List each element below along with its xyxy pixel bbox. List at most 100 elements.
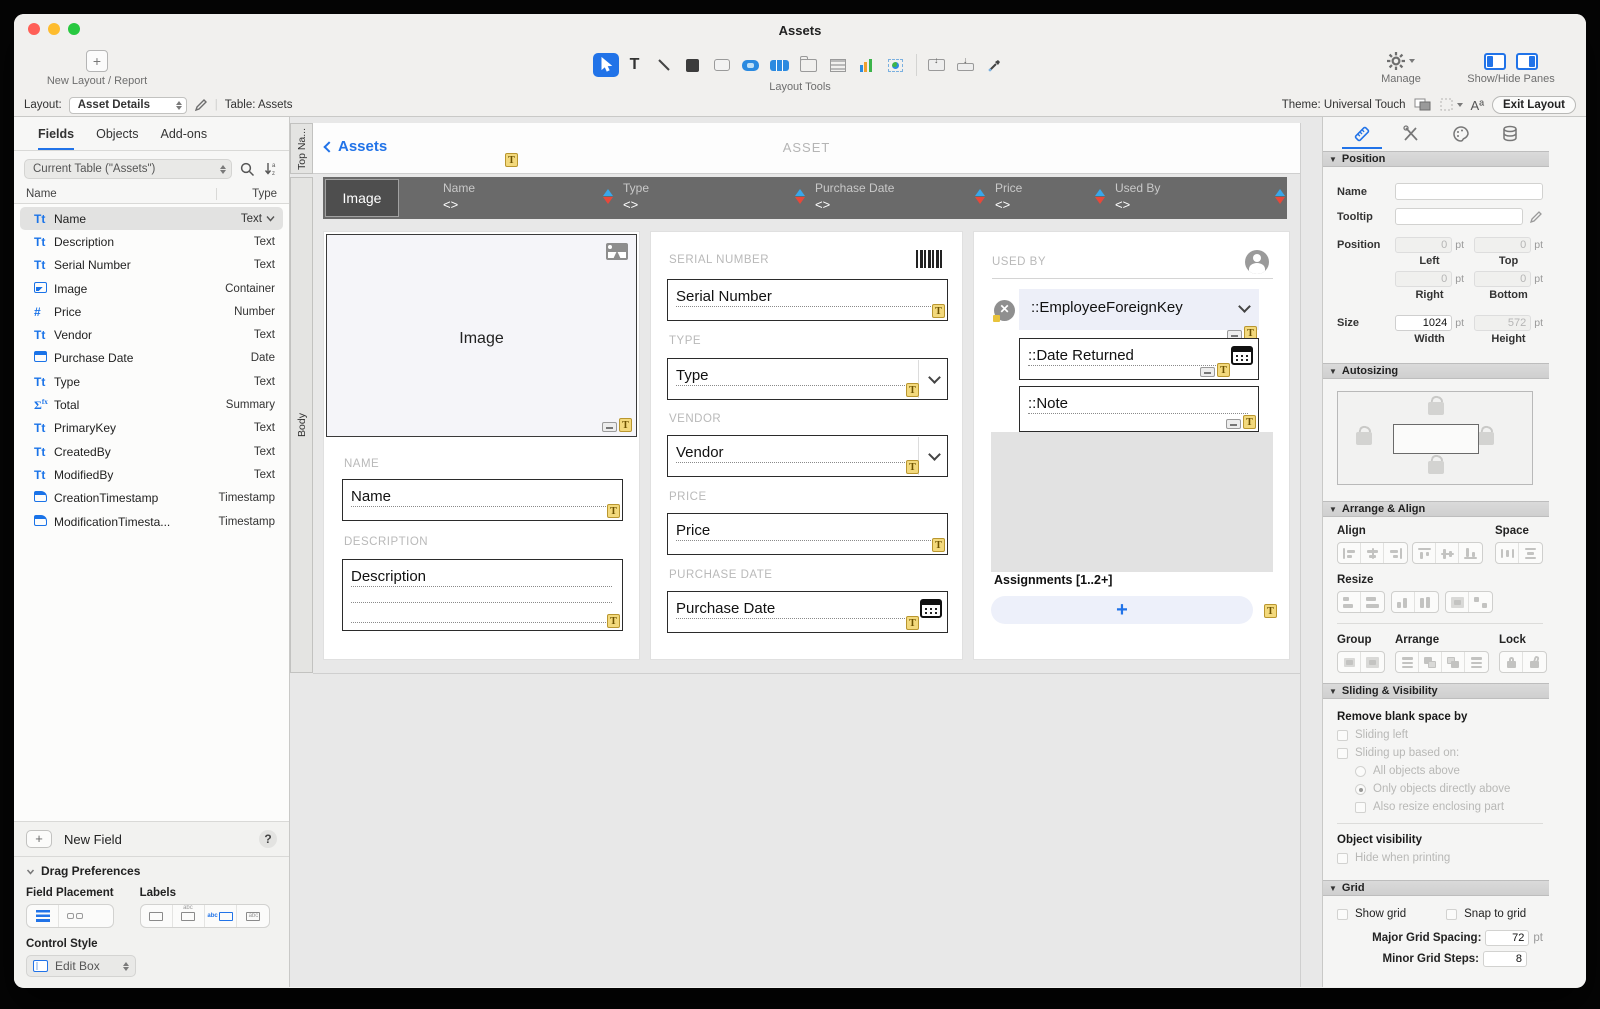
eyedropper-tool[interactable]: [982, 53, 1008, 77]
sliding-up-checkbox[interactable]: [1337, 748, 1348, 759]
position-bottom-input[interactable]: 0: [1474, 271, 1531, 287]
edit-layout-pencil-icon[interactable]: [194, 98, 208, 112]
field-row-modificationtimesta-[interactable]: ModificationTimesta...Timestamp: [20, 510, 283, 533]
body-part-boundary[interactable]: [313, 673, 1300, 674]
rectangle-tool[interactable]: [680, 53, 706, 77]
label-above-button[interactable]: [173, 905, 205, 927]
lock-button-2[interactable]: [1523, 652, 1546, 672]
arrange-button-1[interactable]: [1396, 652, 1419, 672]
tooltip-input[interactable]: [1395, 208, 1523, 225]
barcode-icon[interactable]: [916, 250, 944, 268]
field-row-total[interactable]: ΣfxTotalSummary: [20, 393, 283, 416]
show-grid-checkbox[interactable]: [1337, 909, 1348, 920]
add-assignment-button[interactable]: +: [991, 596, 1253, 624]
price-field[interactable]: Price T: [667, 513, 948, 555]
group-button-1[interactable]: [1338, 652, 1361, 672]
exit-layout-button[interactable]: Exit Layout: [1492, 96, 1576, 114]
remove-related-icon[interactable]: [994, 300, 1015, 321]
lock-button-1[interactable]: [1500, 652, 1523, 672]
control-style-select[interactable]: Edit Box: [26, 955, 136, 977]
manage-button[interactable]: [1366, 52, 1436, 70]
help-button[interactable]: ?: [259, 830, 277, 848]
arrange-section-header[interactable]: Arrange & Align: [1323, 501, 1549, 517]
table-selector[interactable]: Current Table ("Assets"): [24, 159, 232, 179]
inspector-data-tab[interactable]: [1490, 119, 1530, 149]
resize-3-button-2[interactable]: [1469, 592, 1492, 612]
vendor-dropdown-field[interactable]: Vendor T: [667, 435, 948, 477]
detail-panel-middle[interactable]: SERIAL NUMBER Serial Number T TYPE Type …: [650, 231, 963, 660]
show-right-pane-button[interactable]: [1516, 53, 1538, 70]
date-returned-field[interactable]: ::Date Returned T: [1019, 338, 1259, 380]
person-icon[interactable]: [1245, 250, 1269, 274]
list-header-column-used-by[interactable]: Used By<>: [1115, 181, 1160, 212]
placement-stacked-button[interactable]: [27, 905, 59, 927]
size-height-input[interactable]: 572: [1474, 315, 1531, 331]
field-row-vendor[interactable]: TtVendorText: [20, 323, 283, 346]
text-tool[interactable]: T: [622, 53, 648, 77]
resize-1-button-2[interactable]: [1361, 592, 1384, 612]
field-row-image[interactable]: ImageContainer: [20, 277, 283, 300]
part-label-body[interactable]: Body: [290, 177, 313, 673]
position-left-input[interactable]: 0: [1395, 237, 1452, 253]
column-type[interactable]: Type: [217, 188, 277, 200]
minimize-window-button[interactable]: [48, 23, 60, 35]
column-name[interactable]: Name: [26, 188, 217, 200]
tooltip-pencil-icon[interactable]: [1529, 210, 1543, 224]
list-header-column-price[interactable]: Price<>: [995, 181, 1022, 212]
position-right-input[interactable]: 0: [1395, 271, 1452, 287]
line-tool[interactable]: [651, 53, 677, 77]
resize-1-button-1[interactable]: [1338, 592, 1361, 612]
list-header-image-cell[interactable]: Image: [325, 179, 399, 217]
new-field-button[interactable]: +: [26, 830, 52, 848]
close-window-button[interactable]: [28, 23, 40, 35]
position-top-input[interactable]: 0: [1474, 237, 1531, 253]
theme-swatch-icon[interactable]: [1414, 98, 1432, 112]
employee-foreign-key-dropdown[interactable]: ::EmployeeForeignKey T: [1019, 289, 1259, 330]
field-row-purchase-date[interactable]: Purchase DateDate: [20, 347, 283, 370]
chart-tool[interactable]: [854, 53, 880, 77]
image-container-field[interactable]: Image T: [326, 234, 637, 437]
list-header-column-purchase-date[interactable]: Purchase Date<>: [815, 181, 894, 212]
select-tool[interactable]: [593, 53, 619, 77]
label-inside-button[interactable]: [237, 905, 269, 927]
field-row-primarykey[interactable]: TtPrimaryKeyText: [20, 417, 283, 440]
major-grid-input[interactable]: 72: [1485, 930, 1529, 946]
detail-panel-right[interactable]: USED BY ::EmployeeForeignKey T ::Date Re…: [973, 231, 1290, 660]
field-place-tool[interactable]: ↓: [924, 53, 950, 77]
portal-tool[interactable]: [825, 53, 851, 77]
field-row-name[interactable]: TtNameText: [20, 207, 283, 230]
align-h-button-1[interactable]: [1338, 543, 1361, 563]
inspector-appearance-tab[interactable]: [1391, 119, 1431, 149]
layout-canvas[interactable]: Top Na... Body Assets ASSET T Image Name…: [290, 117, 1322, 987]
font-size-icon[interactable]: Aª: [1471, 98, 1484, 113]
part-label-top-navigation[interactable]: Top Na...: [290, 123, 313, 174]
field-row-modifiedby[interactable]: TtModifiedByText: [20, 463, 283, 486]
align-v-button-3[interactable]: [1459, 543, 1482, 563]
object-name-input[interactable]: [1395, 183, 1543, 200]
resize-2-button-1[interactable]: [1392, 592, 1415, 612]
anchor-left-lock-icon[interactable]: [1356, 432, 1372, 445]
list-header-column-type[interactable]: Type<>: [623, 181, 649, 212]
minor-grid-input[interactable]: 8: [1483, 951, 1527, 967]
zoom-window-button[interactable]: [68, 23, 80, 35]
align-v-button-1[interactable]: [1413, 543, 1436, 563]
button-bar-tool[interactable]: [767, 53, 793, 77]
note-field[interactable]: ::Note T: [1019, 386, 1259, 432]
detail-panel-left[interactable]: Image T NAME Name T DESCRIPTION Descript…: [323, 231, 640, 660]
label-left-button[interactable]: abc: [205, 905, 237, 927]
anchor-right-lock-icon[interactable]: [1478, 432, 1494, 445]
resize-2-button-2[interactable]: [1415, 592, 1438, 612]
drag-preferences-header[interactable]: Drag Preferences: [26, 864, 277, 878]
field-label-place-tool[interactable]: ↓: [953, 53, 979, 77]
list-header-object[interactable]: Image Name<> Type<> Purchase Date<> Price<>…: [323, 177, 1287, 219]
text-object-badge[interactable]: T: [505, 153, 518, 167]
field-row-creationtimestamp[interactable]: CreationTimestampTimestamp: [20, 487, 283, 510]
inspector-styles-tab[interactable]: [1441, 119, 1481, 149]
field-row-createdby[interactable]: TtCreatedByText: [20, 440, 283, 463]
sidebar-tab-fields[interactable]: Fields: [38, 127, 74, 150]
snap-to-grid-checkbox[interactable]: [1446, 909, 1457, 920]
list-header-column-name[interactable]: Name<>: [443, 181, 475, 212]
size-width-input[interactable]: 1024: [1395, 315, 1452, 331]
arrange-button-4[interactable]: [1465, 652, 1488, 672]
space-button-2[interactable]: [1519, 543, 1542, 563]
